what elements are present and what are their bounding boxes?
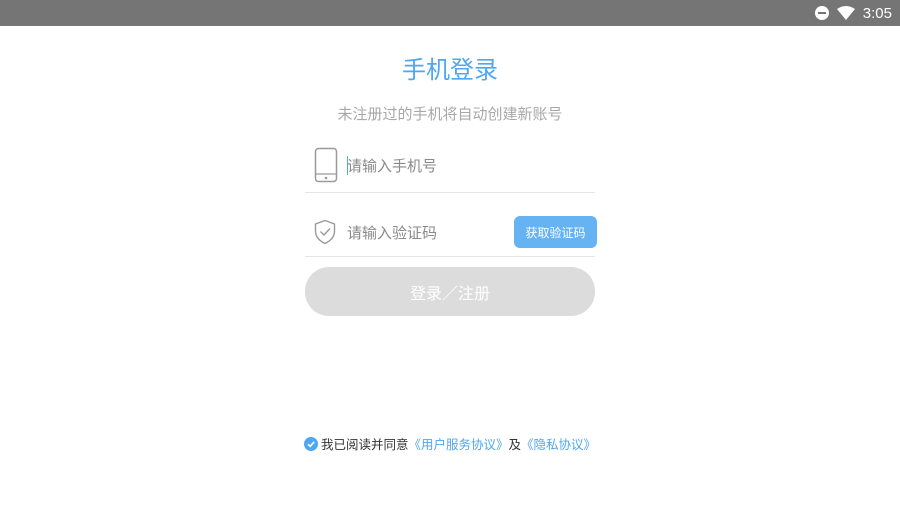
get-code-button[interactable]: 获取验证码 (514, 216, 597, 248)
code-row: 获取验证码 (305, 210, 597, 257)
page-title: 手机登录 (402, 56, 498, 84)
login-register-button[interactable]: 登录／注册 (305, 267, 595, 316)
agreement-and: 及 (508, 437, 522, 452)
page-subtitle: 未注册过的手机将自动创建新账号 (337, 105, 563, 123)
status-icons: 3:05 (814, 0, 892, 26)
user-terms-link[interactable]: 《用户服务协议》 (408, 434, 508, 453)
status-bar: 3:05 (0, 0, 900, 26)
status-time: 3:05 (862, 4, 892, 22)
agreement-checkbox-icon[interactable] (303, 436, 318, 451)
text-cursor (347, 156, 348, 175)
agreement: 我已阅读并同意 《用户服务协议》 及 《隐私协议》 (0, 434, 900, 453)
agreement-prefix: 我已阅读并同意 (320, 437, 409, 452)
phone-input[interactable] (347, 155, 497, 177)
phone-icon (314, 147, 338, 187)
wifi-icon (836, 6, 855, 20)
privacy-link[interactable]: 《隐私协议》 (521, 434, 596, 453)
phone-row (305, 140, 595, 193)
shield-icon (314, 219, 336, 249)
code-input[interactable] (347, 222, 497, 244)
do-not-disturb-icon (814, 6, 829, 20)
